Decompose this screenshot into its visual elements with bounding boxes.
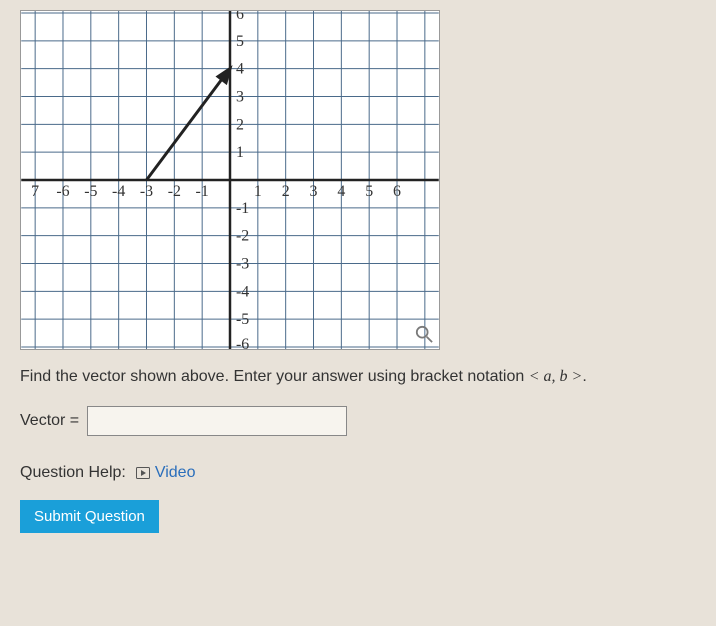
svg-text:-4: -4 (112, 183, 125, 200)
svg-text:6: 6 (393, 183, 401, 200)
svg-text:-5: -5 (84, 183, 97, 200)
svg-text:-2: -2 (168, 183, 181, 200)
svg-text:-1: -1 (236, 200, 249, 217)
svg-text:-6: -6 (236, 336, 249, 349)
svg-text:-4: -4 (236, 283, 249, 300)
question-prompt: Find the vector shown above. Enter your … (20, 368, 696, 386)
graph-svg: 7 -6 -5 -4 -3 -2 -1 1 2 3 4 5 6 6 5 4 3 … (21, 11, 439, 349)
video-link[interactable]: Video (136, 464, 196, 482)
answer-row: Vector = (20, 406, 696, 436)
prompt-post: . (582, 368, 586, 385)
svg-text:-3: -3 (140, 183, 153, 200)
svg-text:3: 3 (236, 88, 244, 105)
svg-text:2: 2 (236, 116, 244, 133)
svg-text:4: 4 (337, 183, 345, 200)
svg-text:6: 6 (236, 11, 244, 23)
magnify-icon[interactable] (415, 325, 433, 343)
svg-text:5: 5 (236, 33, 244, 50)
help-label: Question Help: (20, 464, 126, 482)
svg-text:2: 2 (282, 183, 290, 200)
vector-label: Vector = (20, 412, 79, 430)
svg-text:-3: -3 (236, 255, 249, 272)
svg-text:3: 3 (310, 183, 318, 200)
prompt-pre: Find the vector shown above. Enter your … (20, 368, 529, 385)
svg-text:-1: -1 (196, 183, 209, 200)
vector-input[interactable] (87, 406, 347, 436)
prompt-math: < a, b > (529, 368, 583, 385)
vector-graph: 7 -6 -5 -4 -3 -2 -1 1 2 3 4 5 6 6 5 4 3 … (20, 10, 440, 350)
svg-text:-6: -6 (56, 183, 69, 200)
svg-text:1: 1 (254, 183, 262, 200)
video-link-text: Video (155, 464, 196, 482)
svg-text:1: 1 (236, 144, 244, 161)
svg-text:7: 7 (31, 183, 39, 200)
submit-button[interactable]: Submit Question (20, 500, 159, 533)
svg-text:5: 5 (365, 183, 373, 200)
svg-text:4: 4 (236, 61, 244, 78)
help-row: Question Help: Video (20, 464, 696, 482)
play-icon (136, 467, 150, 479)
svg-text:-2: -2 (236, 228, 249, 245)
svg-text:-5: -5 (236, 311, 249, 328)
